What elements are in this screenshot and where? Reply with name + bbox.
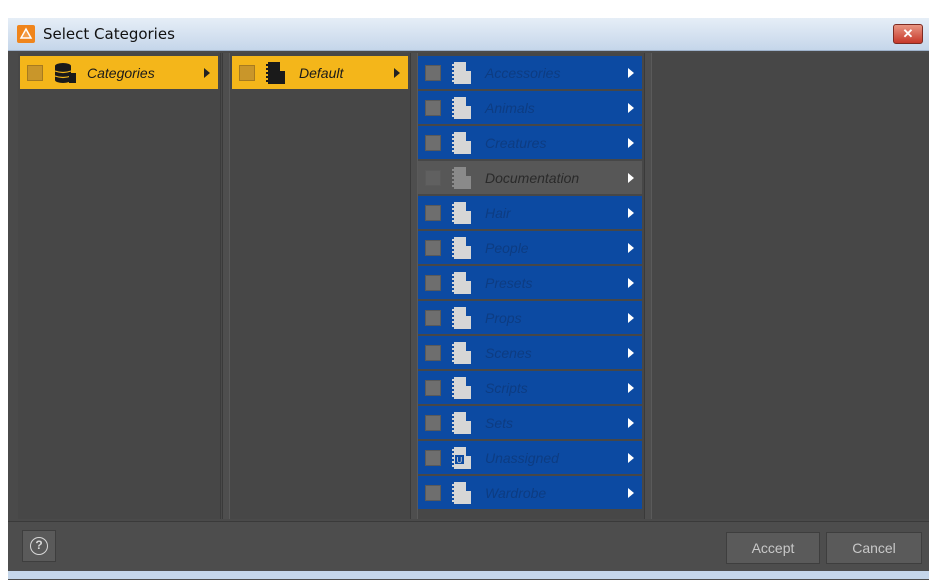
expand-arrow-icon[interactable]: [628, 277, 634, 288]
window-title: Select Categories: [43, 25, 175, 43]
book-icon: [451, 271, 473, 295]
expand-arrow-icon[interactable]: [628, 207, 634, 218]
subcategories-column: Accessories Animals Creatures Documentation…: [418, 53, 644, 519]
help-button[interactable]: ?: [22, 530, 56, 562]
subcategory-item[interactable]: Hair: [418, 196, 642, 229]
subcategory-label: People: [485, 239, 529, 256]
subcategory-label: Props: [485, 309, 522, 326]
subcategory-item[interactable]: People: [418, 231, 642, 264]
book-icon: [451, 376, 473, 400]
book-icon: [451, 306, 473, 330]
book-icon: [451, 96, 473, 120]
checkbox[interactable]: [425, 274, 441, 291]
dialog-body: Categories Default Accessories Animals Cre…: [8, 51, 929, 580]
subcategory-label: Sets: [485, 414, 514, 431]
category-item-root[interactable]: Categories: [20, 56, 218, 89]
app-icon: [17, 25, 35, 43]
empty-column: [652, 53, 929, 519]
category-label: Categories: [87, 64, 155, 81]
expand-arrow-icon[interactable]: [628, 67, 634, 78]
window-bottom-border: [8, 571, 929, 579]
checkbox[interactable]: [239, 64, 255, 81]
book-icon: [451, 61, 473, 85]
book-icon: [451, 166, 473, 190]
close-icon: ✕: [902, 26, 914, 41]
subcategory-item[interactable]: Sets: [418, 406, 642, 439]
book-icon: [451, 131, 473, 155]
checkbox[interactable]: [425, 379, 441, 396]
expand-arrow-icon[interactable]: [628, 242, 634, 253]
checkbox[interactable]: [425, 344, 441, 361]
expand-arrow-icon[interactable]: [628, 102, 634, 113]
checkbox[interactable]: [425, 414, 441, 431]
subcategory-item[interactable]: U Unassigned: [418, 441, 642, 474]
column-splitter[interactable]: [644, 53, 652, 519]
expand-arrow-icon[interactable]: [628, 452, 634, 463]
title-bar: Select Categories ✕: [8, 18, 929, 51]
categories-column: Categories: [18, 53, 221, 519]
unassigned-book-icon: U: [451, 446, 473, 470]
checkbox[interactable]: [425, 484, 441, 501]
expand-arrow-icon[interactable]: [204, 67, 210, 78]
checkbox[interactable]: [425, 449, 441, 466]
book-icon: [451, 341, 473, 365]
checkbox[interactable]: [425, 134, 441, 151]
subcategory-label: Wardrobe: [485, 484, 547, 501]
subcategory-item[interactable]: Scripts: [418, 371, 642, 404]
subcategory-item[interactable]: Scenes: [418, 336, 642, 369]
subcategory-label: Presets: [485, 274, 533, 291]
subcategory-item[interactable]: Props: [418, 301, 642, 334]
checkbox[interactable]: [425, 239, 441, 256]
help-icon: ?: [30, 537, 48, 555]
checkbox[interactable]: [425, 99, 441, 116]
subcategory-label: Accessories: [485, 64, 561, 81]
database-icon: [53, 61, 76, 85]
subcategory-item[interactable]: Creatures: [418, 126, 642, 159]
expand-arrow-icon[interactable]: [628, 487, 634, 498]
subcategory-item[interactable]: Presets: [418, 266, 642, 299]
expand-arrow-icon[interactable]: [628, 137, 634, 148]
subcategory-label: Hair: [485, 204, 511, 221]
cancel-button[interactable]: Cancel: [826, 532, 922, 564]
book-icon: [451, 236, 473, 260]
expand-arrow-icon[interactable]: [628, 417, 634, 428]
category-label: Default: [299, 64, 344, 81]
subcategory-item[interactable]: Documentation: [418, 161, 642, 194]
subcategory-item[interactable]: Wardrobe: [418, 476, 642, 509]
subcategory-item[interactable]: Animals: [418, 91, 642, 124]
book-icon: [451, 481, 473, 505]
subcategory-label: Unassigned: [485, 449, 559, 466]
subcategory-label: Documentation: [485, 169, 580, 186]
subcategory-label: Scripts: [485, 379, 528, 396]
checkbox[interactable]: [425, 204, 441, 221]
checkbox[interactable]: [27, 64, 43, 81]
book-icon: [451, 201, 473, 225]
checkbox[interactable]: [425, 169, 441, 186]
default-column: Default: [230, 53, 411, 519]
book-icon: [265, 61, 287, 85]
subcategory-label: Creatures: [485, 134, 547, 151]
expand-arrow-icon[interactable]: [628, 172, 634, 183]
subcategory-label: Scenes: [485, 344, 532, 361]
checkbox[interactable]: [425, 64, 441, 81]
subcategory-label: Animals: [485, 99, 535, 116]
book-icon: [451, 411, 473, 435]
subcategory-item[interactable]: Accessories: [418, 56, 642, 89]
checkbox[interactable]: [425, 309, 441, 326]
column-splitter[interactable]: [222, 53, 230, 519]
expand-arrow-icon[interactable]: [628, 347, 634, 358]
expand-arrow-icon[interactable]: [628, 382, 634, 393]
expand-arrow-icon[interactable]: [394, 67, 400, 78]
expand-arrow-icon[interactable]: [628, 312, 634, 323]
svg-text:U: U: [457, 456, 463, 465]
category-item-default[interactable]: Default: [232, 56, 408, 89]
column-splitter[interactable]: [410, 53, 418, 519]
close-button[interactable]: ✕: [893, 24, 923, 44]
accept-button[interactable]: Accept: [726, 532, 820, 564]
